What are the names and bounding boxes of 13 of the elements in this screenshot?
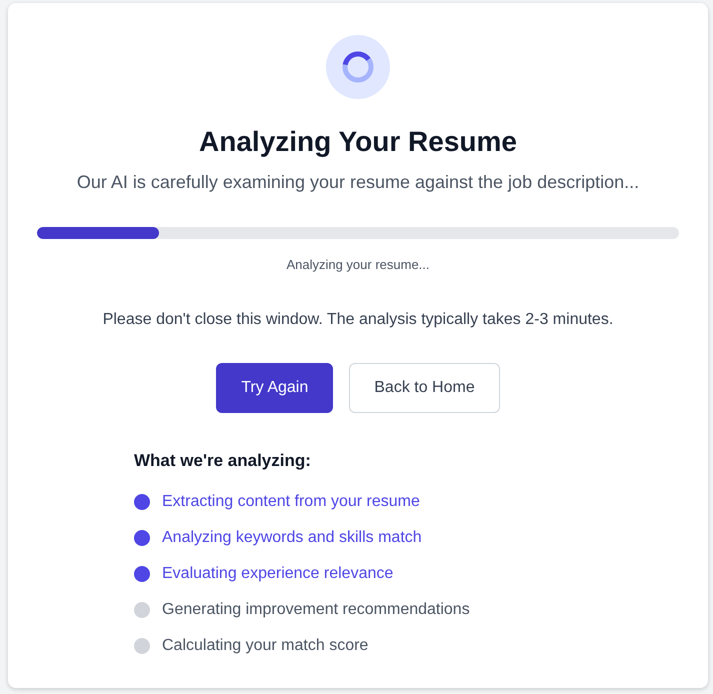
checklist-heading: What we're analyzing: [134, 450, 311, 472]
notice-text: Please don't close this window. The analysis typically takes 2-3 minutes. [102, 310, 614, 330]
page-title: Analyzing Your Resume [199, 125, 517, 159]
step-text: Analyzing keywords and skills match [162, 528, 422, 548]
step-text: Extracting content from your resume [162, 492, 420, 512]
spinner-icon [326, 35, 390, 99]
step-text: Generating improvement recommendations [162, 600, 470, 620]
step-text: Calculating your match score [162, 636, 368, 656]
subtitle-text: Our AI is carefully examining your resume against the job description... [76, 171, 640, 194]
try-again-button[interactable]: Try Again [216, 363, 334, 413]
progress-label: Analyzing your resume... [286, 256, 430, 274]
step-text: Evaluating experience relevance [162, 564, 394, 584]
back-home-button[interactable]: Back to Home [349, 363, 500, 413]
